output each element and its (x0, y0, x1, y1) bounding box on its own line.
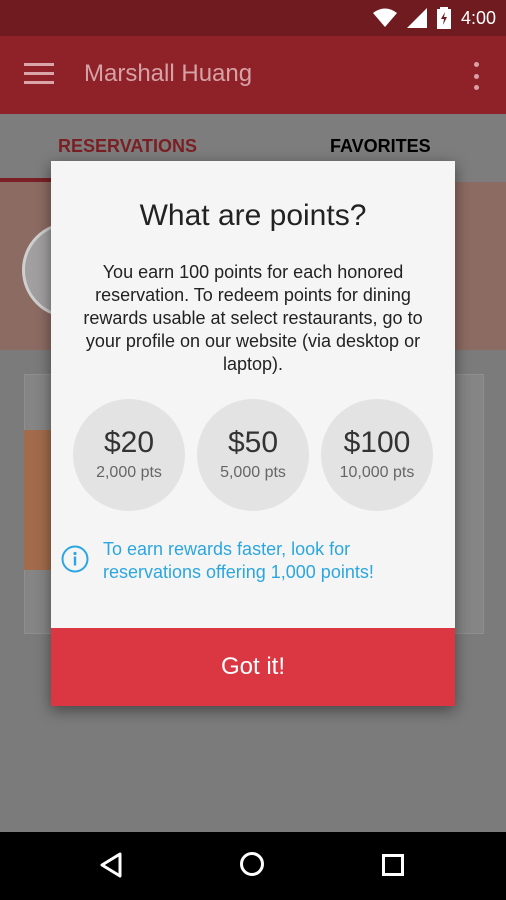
got-it-button[interactable]: Got it! (51, 628, 455, 706)
app-bar: Marshall Huang (0, 36, 506, 114)
status-bar: 4:00 (0, 0, 506, 36)
reward-points: 2,000 pts (96, 464, 162, 481)
tab-reservations[interactable]: RESERVATIONS (58, 136, 197, 157)
dialog-title: What are points? (139, 199, 367, 232)
info-icon (61, 545, 89, 573)
reward-option-50: $50 5,000 pts (197, 399, 309, 511)
navigation-bar (0, 832, 506, 900)
points-dialog: What are points? You earn 100 points for… (51, 161, 455, 706)
reward-option-20: $20 2,000 pts (73, 399, 185, 511)
reward-amount: $50 (227, 426, 279, 459)
status-time: 4:00 (460, 7, 496, 28)
dialog-body: You earn 100 points for each honored res… (83, 262, 423, 374)
reward-points: 10,000 pts (339, 464, 415, 481)
more-vert-icon[interactable] (474, 62, 480, 90)
reward-option-100: $100 10,000 pts (321, 399, 433, 511)
reward-amount: $100 (343, 426, 411, 459)
tip-text: To earn rewards faster, look for reserva… (103, 539, 374, 582)
tab-favorites[interactable]: FAVORITES (330, 136, 431, 157)
home-icon[interactable] (240, 852, 264, 876)
recents-icon[interactable] (382, 854, 404, 876)
app-bar-title: Marshall Huang (84, 60, 253, 87)
reward-amount: $20 (103, 426, 155, 459)
signal-icon (406, 8, 427, 28)
wifi-icon (372, 8, 397, 27)
hamburger-menu-icon[interactable] (24, 63, 54, 87)
reward-points: 5,000 pts (220, 464, 286, 481)
status-icons: 4:00 (372, 6, 496, 30)
back-icon[interactable] (98, 852, 124, 878)
battery-charging-icon (436, 7, 451, 29)
